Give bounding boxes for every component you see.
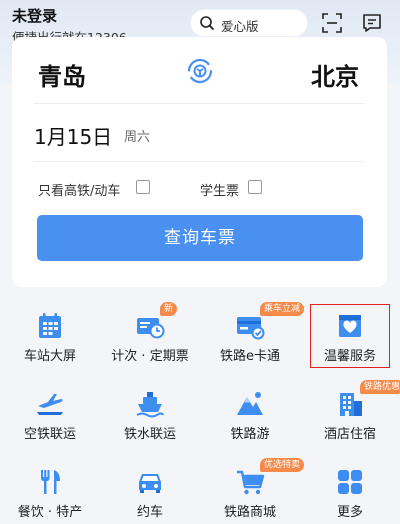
new-badge: 新 <box>160 302 178 316</box>
air-rail-icon <box>37 394 63 415</box>
service-item[interactable]: 空铁联运 <box>0 376 100 446</box>
service-label: 更多 <box>336 505 363 520</box>
rail-tour-icon <box>237 392 263 415</box>
service-item[interactable]: 铁水联运 <box>100 376 200 446</box>
search-placeholder: 爱心版 <box>221 19 259 34</box>
service-item[interactable]: 乘车立减 铁路e卡通 <box>200 298 305 368</box>
car-icon <box>139 474 161 493</box>
departure-weekday: 周六 <box>124 130 151 145</box>
query-tickets-button[interactable]: 查询车票 <box>37 215 363 261</box>
service-label: 铁路商城 <box>223 505 276 520</box>
promo-badge: 乘车立减 <box>260 302 305 316</box>
sale-badge: 优选特卖 <box>260 458 305 472</box>
service-label: 铁路e卡通 <box>220 349 280 364</box>
service-label: 计次 · 定期票 <box>111 349 189 364</box>
service-label: 空铁联运 <box>23 427 76 442</box>
care-service-icon <box>339 315 361 337</box>
station-screen-icon <box>39 313 61 338</box>
service-label: 温馨服务 <box>323 349 376 364</box>
service-item[interactable]: 更多 <box>300 454 400 524</box>
service-label: 酒店住宿 <box>323 427 376 442</box>
login-status[interactable]: 未登录 <box>12 5 57 26</box>
search-box[interactable]: 爱心版 <box>190 9 308 37</box>
search-icon <box>200 16 214 30</box>
service-item[interactable]: 餐饮 · 特产 <box>0 454 100 524</box>
scan-icon[interactable] <box>321 12 343 34</box>
student-ticket-checkbox[interactable] <box>248 180 262 194</box>
service-label: 铁路游 <box>230 427 270 442</box>
service-item[interactable]: 车站大屏 <box>0 298 100 368</box>
highspeed-only-checkbox[interactable] <box>136 180 150 194</box>
service-label: 约车 <box>136 505 163 520</box>
service-item[interactable]: 新 计次 · 定期票 <box>100 298 200 368</box>
service-item[interactable]: 铁路游 <box>200 376 300 446</box>
rail-ship-icon <box>136 392 164 418</box>
discount-badge: 铁路优惠 <box>360 380 400 394</box>
student-ticket-label: 学生票 <box>200 184 240 199</box>
service-item[interactable]: 铁路优惠 酒店住宿 <box>300 376 400 446</box>
from-city[interactable]: 青岛 <box>38 57 86 92</box>
highspeed-only-label: 只看高铁/动车 <box>38 184 121 199</box>
service-item[interactable]: 约车 <box>100 454 200 524</box>
service-grid: 车站大屏 新 计次 · 定期票 乘车立减 铁路e卡通 温馨服务 空铁联运 铁水联… <box>0 298 400 524</box>
divider <box>34 103 364 104</box>
service-item[interactable]: 优选特卖 铁路商城 <box>200 454 305 524</box>
service-label: 车站大屏 <box>23 349 76 364</box>
dining-icon <box>41 470 60 494</box>
service-label: 铁水联运 <box>123 427 176 442</box>
booking-card: 青岛 北京 1月15日 周六 只看高铁/动车 学生票 查询车票 <box>12 37 387 287</box>
message-icon[interactable] <box>361 12 383 34</box>
swap-icon[interactable] <box>186 57 214 85</box>
divider <box>34 161 364 162</box>
service-label: 餐饮 · 特产 <box>17 505 83 520</box>
to-city[interactable]: 北京 <box>311 57 359 92</box>
more-grid-icon <box>338 470 362 494</box>
service-item[interactable]: 温馨服务 <box>300 298 400 368</box>
departure-date[interactable]: 1月15日 <box>34 121 112 150</box>
